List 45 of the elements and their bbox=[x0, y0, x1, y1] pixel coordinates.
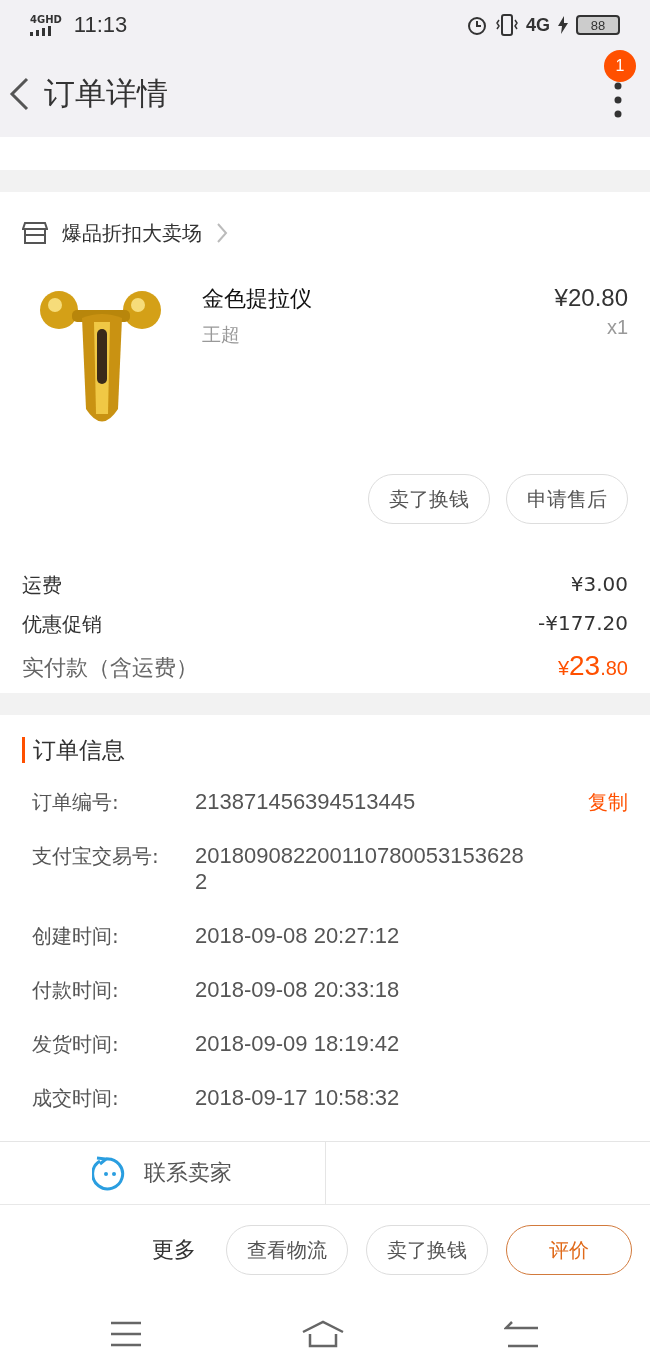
notification-badge: 1 bbox=[604, 49, 636, 82]
store-icon bbox=[22, 221, 48, 245]
info-label: 支付宝交易号: bbox=[32, 843, 160, 869]
clock-time: 11:13 bbox=[73, 12, 128, 38]
menu-icon[interactable] bbox=[109, 1320, 142, 1347]
total-amount: ¥23.80 bbox=[557, 650, 628, 682]
network-type: 4GHD bbox=[30, 14, 62, 25]
info-value: 2018-09-17 10:58:32 bbox=[195, 1085, 401, 1111]
info-label: 订单编号: bbox=[32, 789, 120, 815]
info-value: 2018-09-08 20:33:18 bbox=[195, 977, 401, 1003]
info-value: 213871456394513445 bbox=[195, 789, 417, 815]
info-label: 创建时间: bbox=[32, 923, 120, 949]
info-value: 2018-09-09 18:19:42 bbox=[195, 1031, 401, 1057]
alarm-icon bbox=[466, 14, 488, 36]
product-seller: 王超 bbox=[202, 322, 241, 347]
network-type: 4G bbox=[526, 14, 550, 36]
battery-icon: 88 bbox=[576, 15, 620, 35]
total-label: 实付款（含运费） bbox=[22, 654, 198, 682]
product-quantity: x1 bbox=[606, 316, 628, 339]
fee-label: 优惠促销 bbox=[22, 611, 102, 638]
action-button[interactable]: 申请售后 bbox=[506, 474, 628, 524]
signal-icon bbox=[30, 25, 52, 36]
info-label: 付款时间: bbox=[32, 977, 120, 1003]
product-title[interactable]: 金色提拉仪 bbox=[202, 284, 555, 314]
more-link[interactable]: 更多 bbox=[152, 1235, 196, 1265]
section-title: 订单信息 bbox=[22, 737, 628, 763]
info-value: 2018090822001107800531536282 bbox=[195, 843, 525, 895]
back-icon[interactable] bbox=[8, 75, 30, 112]
info-value: 2018-09-08 20:27:12 bbox=[195, 923, 401, 949]
product-price: ¥20.80 bbox=[554, 284, 628, 312]
contact-seller-link[interactable]: 联系卖家 bbox=[144, 1158, 233, 1188]
shop-name[interactable]: 爆品折扣大卖场 bbox=[62, 219, 202, 247]
vibrate-icon bbox=[496, 13, 518, 37]
fee-label: 运费 bbox=[22, 572, 62, 599]
back-nav-icon[interactable] bbox=[504, 1319, 541, 1348]
home-icon[interactable] bbox=[301, 1319, 345, 1348]
action-button[interactable]: 卖了换钱 bbox=[368, 474, 490, 524]
fee-value: -¥177.20 bbox=[538, 611, 628, 637]
charging-icon bbox=[558, 16, 568, 34]
page-title: 订单详情 bbox=[44, 73, 168, 113]
info-label: 成交时间: bbox=[32, 1085, 120, 1111]
info-label: 发货时间: bbox=[32, 1031, 120, 1057]
action-button[interactable]: 卖了换钱 bbox=[366, 1225, 488, 1275]
fee-value: ¥3.00 bbox=[570, 572, 628, 598]
action-button[interactable]: 查看物流 bbox=[226, 1225, 348, 1275]
